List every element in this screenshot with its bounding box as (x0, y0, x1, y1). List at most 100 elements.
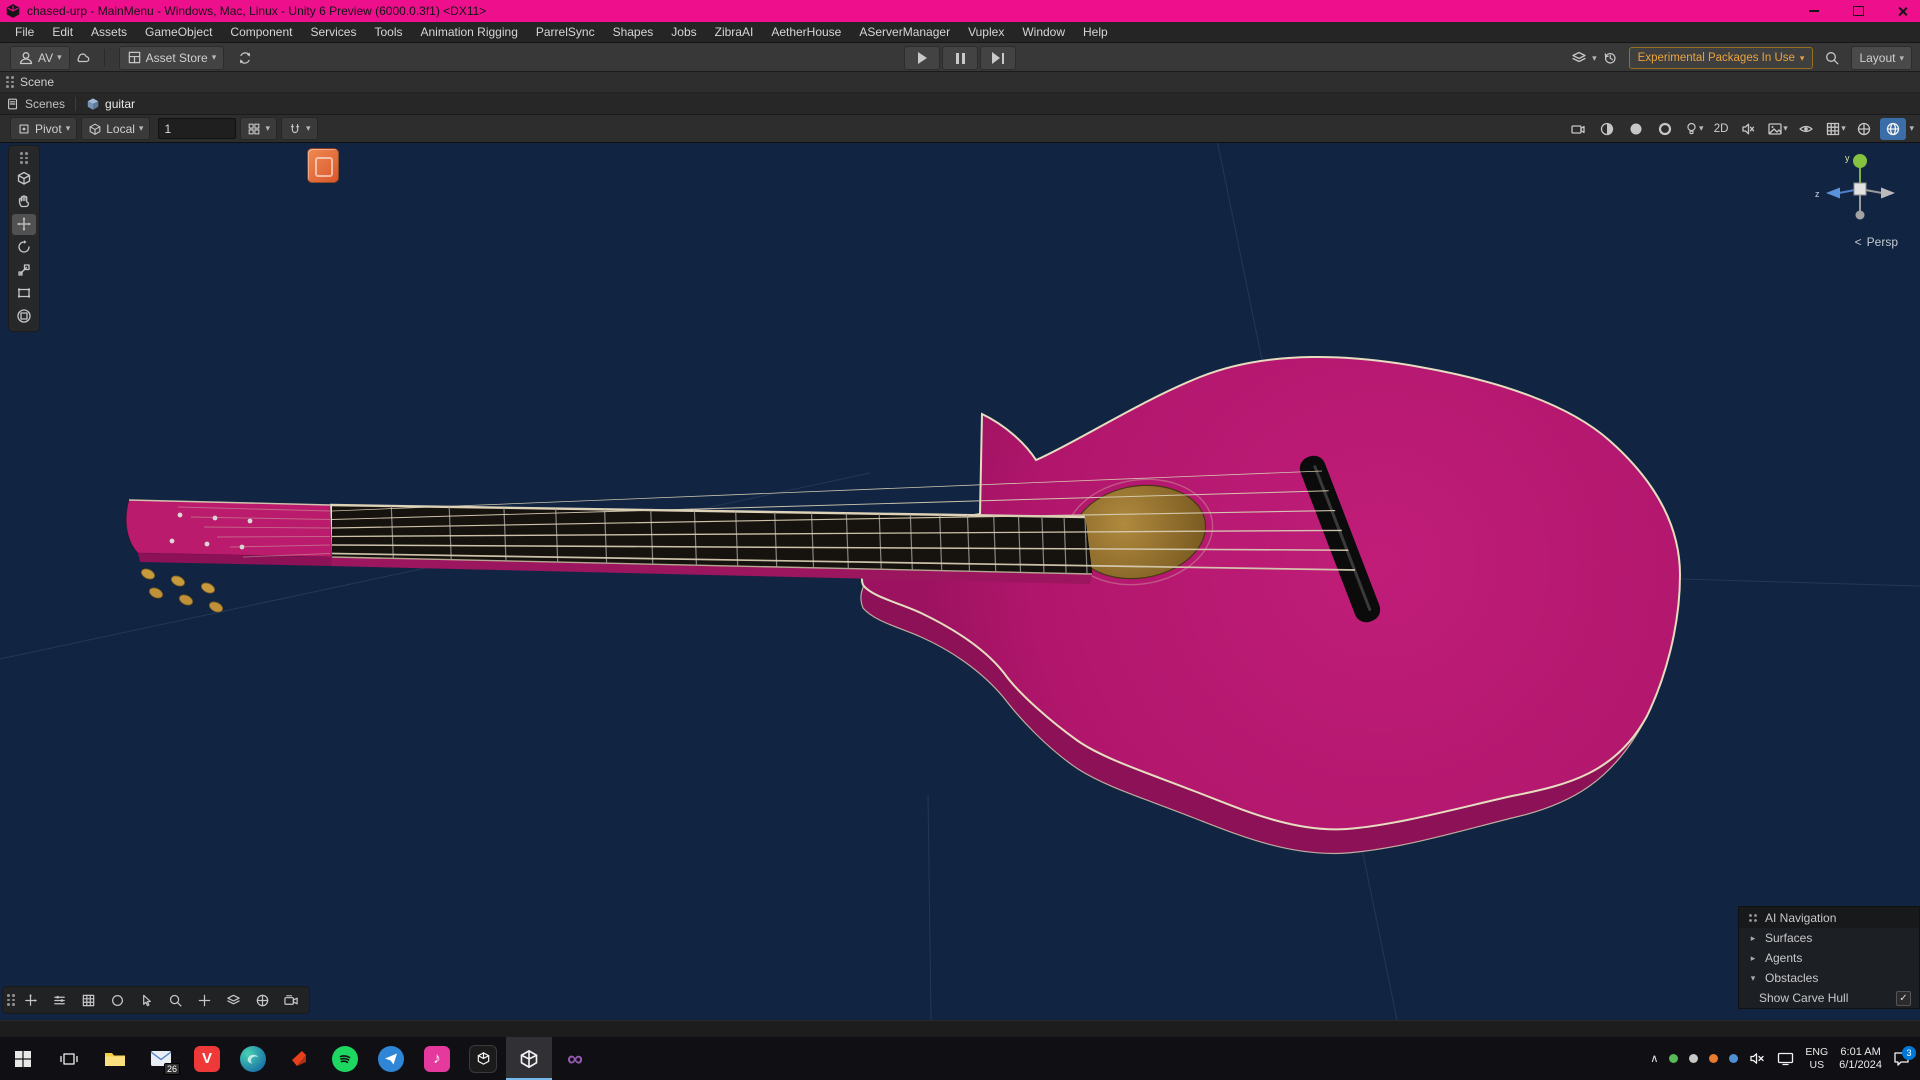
overlay-drag-handle[interactable] (7, 991, 15, 1009)
breadcrumb-guitar[interactable]: guitar (86, 97, 135, 111)
carve-hull-checkbox[interactable]: ✓ (1896, 991, 1911, 1006)
tray-icon-blue[interactable] (1729, 1054, 1738, 1063)
language-indicator[interactable]: ENG US (1805, 1046, 1828, 1070)
menu-item[interactable]: Assets (82, 22, 136, 43)
overlay-grid-button[interactable] (75, 989, 102, 1011)
snap-settings-dropdown[interactable]: ▾ (281, 117, 318, 140)
menu-item[interactable]: Animation Rigging (411, 22, 526, 43)
rotate-tool[interactable] (12, 237, 36, 258)
menu-item[interactable]: Component (221, 22, 301, 43)
edge-button[interactable] (230, 1037, 276, 1080)
pivot-dropdown[interactable]: Pivot ▾ (10, 117, 77, 140)
maximize-button[interactable] (1840, 0, 1876, 22)
action-center-button[interactable]: 3 (1893, 1051, 1910, 1066)
history-button[interactable] (1597, 47, 1623, 69)
tray-icon-green[interactable] (1669, 1054, 1678, 1063)
down-axis-handle[interactable] (1856, 211, 1865, 220)
menu-item[interactable]: Jobs (662, 22, 705, 43)
music-app-button[interactable]: ♪ (414, 1037, 460, 1080)
menu-item[interactable]: AServerManager (850, 22, 959, 43)
projection-label[interactable]: < Persp (1855, 235, 1898, 249)
foldout-collapsed-icon[interactable]: ▸ (1747, 933, 1759, 944)
cloud-button[interactable] (70, 47, 96, 69)
tray-icon-gray[interactable] (1689, 1054, 1698, 1063)
transform-tool[interactable] (12, 306, 36, 327)
overlay-drag-handle[interactable] (20, 149, 28, 167)
gizmo-center-cube[interactable] (1854, 183, 1866, 195)
visual-studio-button[interactable]: ∞ (552, 1037, 598, 1080)
2d-mode-button[interactable]: 2D (1710, 123, 1733, 135)
layout-dropdown[interactable]: Layout ▾ (1851, 46, 1912, 70)
display-icon[interactable] (1777, 1052, 1794, 1066)
grid-snap-input[interactable] (158, 118, 236, 139)
asset-store-dropdown[interactable]: Asset Store ▾ (119, 46, 225, 70)
search-button[interactable] (1819, 47, 1845, 69)
caret-down-icon[interactable]: ▾ (1909, 123, 1914, 134)
menu-item[interactable]: Edit (43, 22, 82, 43)
wireframe-toggle-button[interactable] (1652, 118, 1678, 140)
tray-expand-chevron[interactable]: ∧ (1650, 1052, 1658, 1065)
vivaldi-button[interactable]: V (184, 1037, 230, 1080)
volume-muted-icon[interactable] (1749, 1051, 1766, 1066)
menu-item[interactable]: Shapes (604, 22, 663, 43)
nav-row-surfaces[interactable]: ▸ Surfaces (1739, 928, 1919, 948)
clock[interactable]: 6:01 AM 6/1/2024 (1839, 1046, 1882, 1071)
scale-tool[interactable] (12, 260, 36, 281)
menu-item[interactable]: File (6, 22, 43, 43)
menu-item[interactable]: GameObject (136, 22, 221, 43)
guitar-model[interactable] (126, 357, 1680, 854)
view-options-tool[interactable] (12, 168, 36, 189)
unity-hub-button[interactable] (460, 1037, 506, 1080)
lighting-toggle-button[interactable] (1623, 118, 1649, 140)
overlay-search-button[interactable] (162, 989, 189, 1011)
nav-row-show-carve-hull[interactable]: Show Carve Hull ✓ (1739, 988, 1919, 1008)
scene-gizmo-sprite[interactable] (307, 148, 339, 183)
foldout-collapsed-icon[interactable]: ▸ (1747, 953, 1759, 964)
menu-item[interactable]: Tools (365, 22, 411, 43)
minimize-button[interactable] (1796, 0, 1832, 22)
local-dropdown[interactable]: Local ▾ (81, 117, 150, 140)
overlay-camera-button[interactable] (278, 989, 305, 1011)
spotify-button[interactable] (322, 1037, 368, 1080)
overlay-sphere-button[interactable] (104, 989, 131, 1011)
blue-messenger-button[interactable] (368, 1037, 414, 1080)
hand-tool[interactable] (12, 191, 36, 212)
overlay-sliders-button[interactable] (46, 989, 73, 1011)
play-button[interactable] (904, 46, 940, 70)
step-button[interactable] (980, 46, 1016, 70)
overlay-cursor-button[interactable] (133, 989, 160, 1011)
account-dropdown[interactable]: AV ▾ (10, 46, 70, 70)
grid-snap-dropdown[interactable]: ▾ (240, 117, 277, 140)
overlay-move-button[interactable] (17, 989, 44, 1011)
camera-settings-button[interactable] (1565, 118, 1591, 140)
close-button[interactable] (1884, 0, 1920, 22)
move-tool[interactable] (12, 214, 36, 235)
scene-lighting-dropdown[interactable]: ▾ (1681, 118, 1707, 140)
unity-editor-button[interactable] (506, 1037, 552, 1080)
menu-item[interactable]: Services (301, 22, 365, 43)
scene-visibility-button[interactable] (1793, 118, 1819, 140)
ai-navigation-header[interactable]: AI Navigation (1739, 907, 1919, 928)
task-view-button[interactable] (46, 1037, 92, 1080)
menu-item[interactable]: Window (1013, 22, 1074, 43)
start-button[interactable] (0, 1037, 46, 1080)
drag-handle-icon[interactable] (6, 73, 14, 91)
effects-dropdown[interactable]: ▾ (1764, 118, 1790, 140)
file-explorer-button[interactable] (92, 1037, 138, 1080)
z-axis-handle[interactable] (1826, 188, 1840, 199)
menu-item[interactable]: Vuplex (959, 22, 1013, 43)
foldout-expanded-icon[interactable]: ▾ (1747, 973, 1759, 984)
experimental-packages-warning[interactable]: Experimental Packages In Use ▾ (1629, 47, 1814, 69)
shading-mode-button[interactable] (1594, 118, 1620, 140)
skybox-toggle-button[interactable] (1880, 118, 1906, 140)
overlay-crosshair-button[interactable] (191, 989, 218, 1011)
orientation-gizmo[interactable]: y z (1812, 147, 1908, 231)
scene-tab-title[interactable]: Scene (20, 75, 54, 89)
breadcrumb-scenes[interactable]: Scenes (6, 97, 65, 111)
kite-app-button[interactable] (276, 1037, 322, 1080)
pause-button[interactable] (942, 46, 978, 70)
menu-item[interactable]: Help (1074, 22, 1117, 43)
x-axis-handle[interactable] (1881, 188, 1895, 199)
sync-button[interactable] (232, 47, 258, 69)
menu-item[interactable]: AetherHouse (762, 22, 850, 43)
